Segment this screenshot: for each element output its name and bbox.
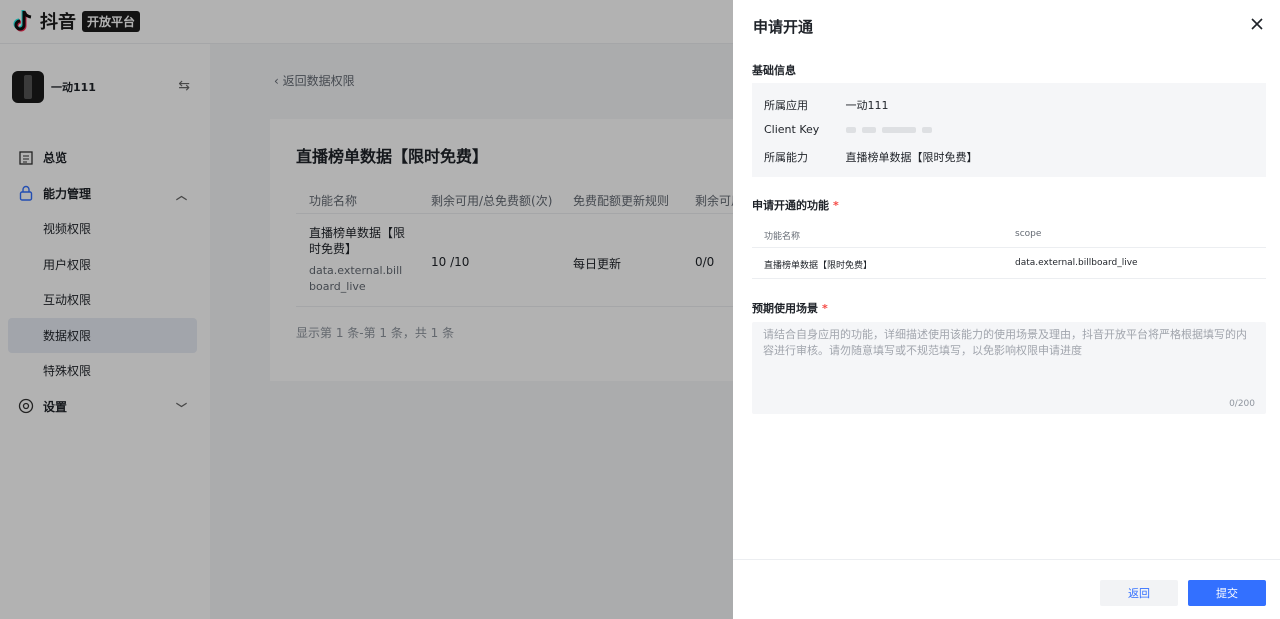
table-row: 直播榜单数据【限时免费】 data.external.billboard_liv… (752, 249, 1266, 279)
info-key: 所属应用 (764, 99, 808, 112)
function-heading: 申请开通的功能 * (752, 197, 839, 213)
back-button[interactable]: 返回 (1100, 580, 1178, 606)
char-counter: 0/200 (1229, 399, 1255, 409)
apply-drawer: 申请开通 基础信息 所属应用 一动111 Client Key 所属能力 直播榜… (733, 0, 1280, 619)
function-scope-cell: data.external.billboard_live (1015, 258, 1138, 268)
textarea-placeholder: 请结合自身应用的功能，详细描述使用该能力的使用场景及理由，抖音开放平台将严格根据… (763, 328, 1247, 357)
column-header: 功能名称 (764, 232, 801, 242)
info-key: Client Key (764, 123, 820, 136)
function-table-header: 功能名称 scope (752, 220, 1266, 248)
info-key: 所属能力 (764, 151, 808, 164)
info-row-client-key: Client Key (764, 123, 938, 136)
required-mark: * (822, 302, 828, 315)
usage-scene-textarea[interactable]: 请结合自身应用的功能，详细描述使用该能力的使用场景及理由，抖音开放平台将严格根据… (752, 322, 1266, 414)
redacted-client-key (845, 123, 938, 136)
info-value: 一动111 (845, 99, 889, 112)
scene-heading: 预期使用场景 * (752, 300, 828, 316)
function-heading-label: 申请开通的功能 (752, 199, 829, 212)
column-header: scope (1015, 229, 1042, 239)
basic-info-heading: 基础信息 (752, 64, 796, 77)
drawer-title: 申请开通 (753, 18, 814, 36)
drawer-footer: 返回 提交 (733, 559, 1280, 619)
close-icon[interactable] (1250, 16, 1264, 30)
scene-heading-label: 预期使用场景 (752, 302, 818, 315)
basic-info-box: 所属应用 一动111 Client Key 所属能力 直播榜单数据【限时免费】 (752, 83, 1266, 177)
function-name-cell: 直播榜单数据【限时免费】 (764, 261, 873, 271)
info-row-app: 所属应用 一动111 (764, 97, 889, 113)
submit-button[interactable]: 提交 (1188, 580, 1266, 606)
modal-overlay[interactable] (0, 0, 733, 619)
info-value: 直播榜单数据【限时免费】 (845, 151, 978, 164)
required-mark: * (833, 199, 839, 212)
info-row-ability: 所属能力 直播榜单数据【限时免费】 (764, 149, 978, 165)
